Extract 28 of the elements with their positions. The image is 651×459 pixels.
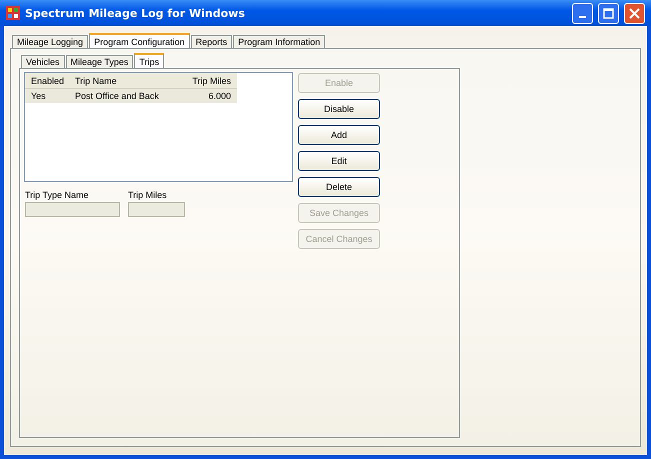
tab[interactable]: Program Information <box>233 35 326 48</box>
app-icon <box>6 6 20 20</box>
list-row[interactable]: Yes Post Office and Back 6.000 <box>25 89 237 103</box>
tab[interactable]: Vehicles <box>21 55 65 68</box>
action-button[interactable]: Edit <box>298 151 380 171</box>
action-button[interactable]: Delete <box>298 177 380 197</box>
column-header[interactable]: Trip Name <box>69 76 173 86</box>
list-cell-text: Yes <box>30 91 47 101</box>
minimize-icon <box>579 16 586 18</box>
close-button[interactable] <box>624 2 645 24</box>
close-icon <box>629 8 640 18</box>
minimize-button[interactable] <box>572 2 593 24</box>
tab[interactable]: Trips <box>134 53 164 68</box>
field-label: Trip Type Name <box>25 190 90 200</box>
action-button[interactable]: Add <box>298 125 380 145</box>
column-header[interactable]: Trip Miles <box>173 76 237 86</box>
tab[interactable]: Mileage Logging <box>12 35 88 48</box>
list-cell-text: Post Office and Back <box>74 91 160 101</box>
field-label: Trip Miles <box>128 190 168 200</box>
tab[interactable]: Reports <box>190 35 232 48</box>
action-button[interactable]: Disable <box>298 99 380 119</box>
column-header[interactable]: Enabled <box>25 76 69 86</box>
maximize-icon <box>603 8 614 18</box>
tab[interactable]: Program Configuration <box>89 33 190 48</box>
window-title: Spectrum Mileage Log for Windows <box>25 6 246 20</box>
tab[interactable]: Mileage Types <box>66 55 134 68</box>
maximize-button[interactable] <box>598 2 619 24</box>
list-cell-text: 6.000 <box>207 91 232 101</box>
